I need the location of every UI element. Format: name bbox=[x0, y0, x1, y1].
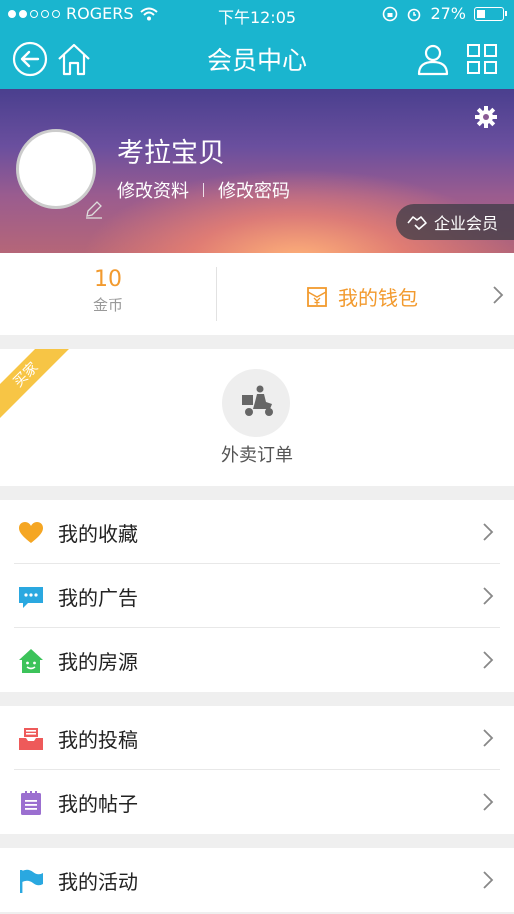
battery-percent: 27% bbox=[430, 4, 466, 23]
house-icon bbox=[19, 649, 43, 673]
takeout-order-label[interactable]: 外卖订单 bbox=[0, 441, 514, 467]
menu-item-posts[interactable]: 我的帖子 bbox=[0, 770, 514, 834]
menu-item-label: 我的活动 bbox=[58, 870, 138, 894]
notepad-icon bbox=[21, 791, 41, 815]
menu-item-ads[interactable]: 我的广告 bbox=[0, 564, 514, 628]
heart-icon bbox=[19, 522, 43, 543]
chevron-right-icon bbox=[493, 286, 504, 304]
menu-group-1: 我的收藏 我的广告 我的房源 bbox=[0, 500, 514, 692]
coins-value: 10 bbox=[94, 267, 122, 292]
alarm-icon bbox=[408, 8, 421, 21]
menu-item-label: 我的收藏 bbox=[58, 522, 138, 546]
inbox-icon bbox=[19, 728, 43, 750]
status-bar: ROGERS 下午12:05 27% bbox=[0, 0, 514, 28]
menu-item-events[interactable]: 我的活动 bbox=[0, 848, 514, 912]
settings-gear-icon[interactable] bbox=[474, 105, 498, 129]
profile-header: 考拉宝贝 修改资料 修改密码 企业会员 bbox=[0, 89, 514, 253]
link-divider bbox=[203, 183, 204, 197]
chevron-right-icon bbox=[483, 651, 494, 669]
handshake-icon bbox=[407, 216, 427, 230]
avatar[interactable] bbox=[16, 129, 96, 209]
menu-item-label: 我的房源 bbox=[58, 650, 138, 674]
grid-menu-icon[interactable] bbox=[464, 41, 500, 77]
rotation-lock-icon bbox=[383, 6, 398, 21]
menu-item-favorites[interactable]: 我的收藏 bbox=[0, 500, 514, 564]
coins-label: 金币 bbox=[92, 296, 123, 314]
membership-label: 企业会员 bbox=[434, 214, 499, 233]
takeout-order-button[interactable] bbox=[222, 369, 290, 437]
coins-stat[interactable]: 10 金币 bbox=[0, 253, 216, 335]
chevron-right-icon bbox=[483, 729, 494, 747]
menu-item-listings[interactable]: 我的房源 bbox=[0, 628, 514, 692]
menu-item-label: 我的投稿 bbox=[58, 728, 138, 752]
chat-bubble-icon bbox=[19, 587, 43, 608]
change-password-link[interactable]: 修改密码 bbox=[218, 177, 290, 203]
stats-row: 10 金币 我的钱包 bbox=[0, 253, 514, 335]
chevron-right-icon bbox=[483, 587, 494, 605]
edit-profile-link[interactable]: 修改资料 bbox=[117, 177, 189, 203]
menu-group-2: 我的投稿 我的帖子 bbox=[0, 706, 514, 834]
menu-item-submissions[interactable]: 我的投稿 bbox=[0, 706, 514, 770]
membership-badge[interactable]: 企业会员 bbox=[396, 204, 514, 240]
wallet-icon bbox=[307, 286, 327, 307]
orders-section: 买家 外卖订单 bbox=[0, 349, 514, 486]
nav-bar: 会员中心 bbox=[0, 28, 514, 89]
buyer-ribbon: 买家 bbox=[0, 349, 77, 426]
chevron-right-icon bbox=[483, 523, 494, 541]
chevron-right-icon bbox=[483, 793, 494, 811]
chevron-right-icon bbox=[483, 871, 494, 889]
wallet-label: 我的钱包 bbox=[338, 286, 418, 310]
menu-item-label: 我的广告 bbox=[58, 586, 138, 610]
menu-group-3: 我的活动 bbox=[0, 848, 514, 912]
delivery-scooter-icon bbox=[242, 385, 273, 416]
user-icon[interactable] bbox=[415, 41, 451, 77]
edit-avatar-icon[interactable] bbox=[84, 199, 104, 219]
divider bbox=[216, 267, 217, 321]
battery-icon bbox=[474, 6, 507, 21]
wallet-button[interactable]: 我的钱包 bbox=[306, 282, 418, 311]
menu-item-label: 我的帖子 bbox=[58, 792, 138, 816]
username: 考拉宝贝 bbox=[117, 138, 225, 169]
flag-icon bbox=[20, 869, 43, 893]
